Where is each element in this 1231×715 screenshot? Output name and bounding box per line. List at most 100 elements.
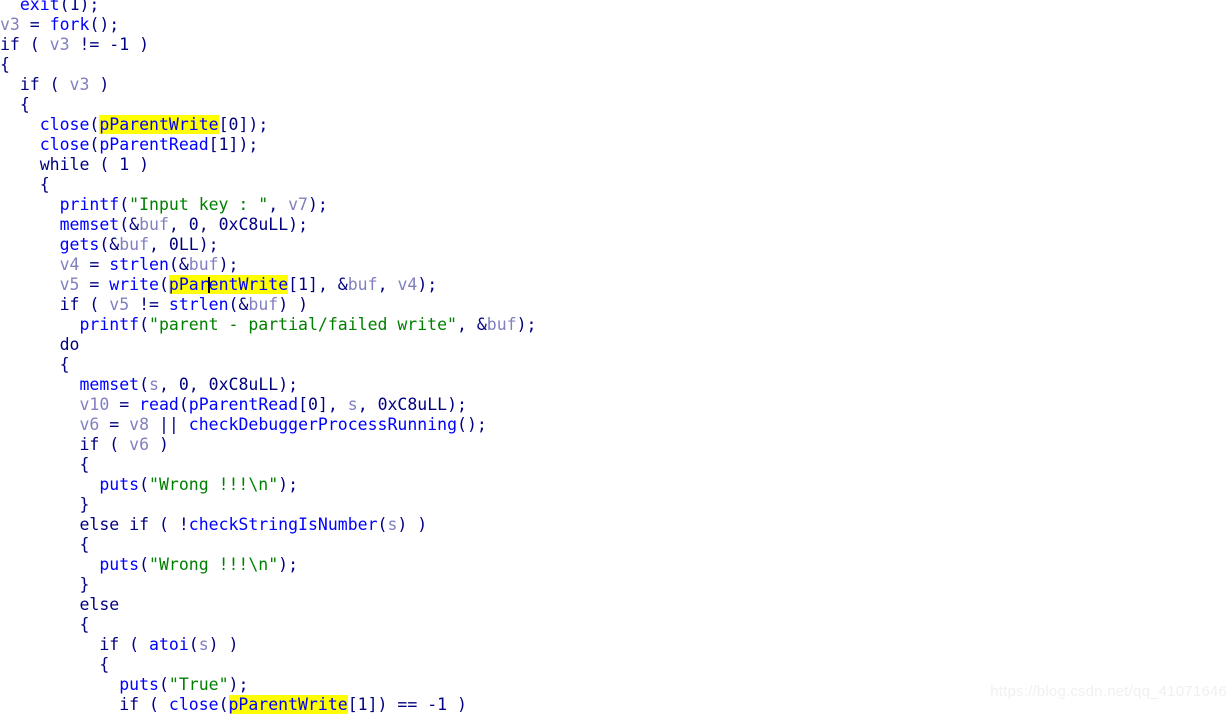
code-token-str[interactable]: "True" — [169, 675, 229, 694]
code-token-punct[interactable]: ( — [378, 515, 388, 534]
code-token-punct[interactable]: , — [358, 395, 378, 414]
code-token-var[interactable]: v3 — [50, 35, 70, 54]
code-token-punct[interactable]: } — [79, 495, 89, 514]
code-token-str[interactable]: "Input key : " — [129, 195, 268, 214]
code-line[interactable]: printf("Input key : ", v7); — [0, 195, 1231, 215]
code-token-punct[interactable]: (& — [119, 215, 139, 234]
code-line[interactable]: if ( v5 != strlen(&buf) ) — [0, 295, 1231, 315]
code-token-punct[interactable]: { — [99, 655, 109, 674]
code-line[interactable]: else if ( !checkStringIsNumber(s) ) — [0, 515, 1231, 535]
code-token-punct[interactable]: , — [378, 275, 398, 294]
code-token-punct[interactable]: ( — [139, 555, 149, 574]
code-token-kw[interactable]: if ( — [79, 435, 129, 454]
code-token-var[interactable]: v5 — [60, 275, 80, 294]
code-line[interactable]: else — [0, 595, 1231, 615]
code-token-punct[interactable]: , — [268, 195, 288, 214]
code-token-punct[interactable]: [1], & — [288, 275, 348, 294]
code-token-func[interactable]: checkDebuggerProcessRunning — [189, 415, 457, 434]
code-token-num[interactable]: 1 — [70, 0, 80, 14]
code-token-punct[interactable]: ); — [229, 675, 249, 694]
code-token-num[interactable]: 0LL — [169, 235, 199, 254]
code-token-num[interactable]: 1 — [119, 155, 129, 174]
code-line[interactable]: v6 = v8 || checkDebuggerProcessRunning()… — [0, 415, 1231, 435]
code-line[interactable]: { — [0, 615, 1231, 635]
code-token-glob[interactable]: pParentRead — [99, 135, 208, 154]
code-line[interactable]: gets(&buf, 0LL); — [0, 235, 1231, 255]
code-line[interactable]: } — [0, 575, 1231, 595]
code-token-func[interactable]: checkStringIsNumber — [189, 515, 378, 534]
code-token-punct[interactable]: , — [149, 235, 169, 254]
code-token-kw[interactable]: while ( — [40, 155, 119, 174]
code-token-punct[interactable]: = — [79, 255, 109, 274]
code-line[interactable]: if ( v6 ) — [0, 435, 1231, 455]
code-line[interactable]: exit(1); — [0, 0, 1231, 15]
code-token-var[interactable]: v5 — [109, 295, 129, 314]
code-token-punct[interactable]: ); — [308, 195, 328, 214]
code-token-punct[interactable]: = — [20, 15, 50, 34]
code-token-num[interactable]: 0xC8uLL — [378, 395, 448, 414]
code-token-var[interactable]: buf — [487, 315, 517, 334]
code-token-punct[interactable]: ( — [219, 695, 229, 714]
code-token-punct[interactable]: = — [109, 395, 139, 414]
code-token-var[interactable]: v8 — [129, 415, 149, 434]
code-token-func[interactable]: read — [139, 395, 179, 414]
code-token-punct[interactable]: [0]); — [219, 115, 269, 134]
code-token-punct[interactable]: ( — [159, 675, 169, 694]
code-token-punct[interactable]: , — [159, 375, 179, 394]
code-token-punct[interactable]: ); — [278, 475, 298, 494]
code-token-kw[interactable]: if ( — [60, 295, 110, 314]
code-token-punct[interactable]: ) ) — [397, 515, 427, 534]
code-token-punct[interactable]: ); — [417, 275, 437, 294]
code-token-func[interactable]: fork — [50, 15, 90, 34]
code-token-punct[interactable]: ); — [278, 555, 298, 574]
code-token-num[interactable]: 0 — [179, 375, 189, 394]
code-token-func[interactable]: memset — [79, 375, 139, 394]
code-token-kw[interactable]: if ( — [20, 75, 70, 94]
code-token-punct[interactable]: ) ) — [209, 635, 239, 654]
code-line[interactable]: close(pParentWrite[0]); — [0, 115, 1231, 135]
code-line[interactable]: v5 = write(pParentWrite[1], &buf, v4); — [0, 275, 1231, 295]
code-line[interactable]: if ( atoi(s) ) — [0, 635, 1231, 655]
code-token-punct[interactable]: (& — [169, 255, 189, 274]
code-token-punct[interactable]: ); — [199, 235, 219, 254]
code-token-punct[interactable]: [1]) == -1 ) — [348, 695, 467, 714]
code-token-func[interactable]: strlen — [169, 295, 229, 314]
code-token-func[interactable]: write — [109, 275, 159, 294]
code-token-punct[interactable]: ( — [119, 195, 129, 214]
code-token-func[interactable]: puts — [119, 675, 159, 694]
code-token-punct[interactable]: ) — [89, 75, 109, 94]
code-token-punct[interactable]: ( — [139, 475, 149, 494]
code-token-num[interactable]: 0 — [189, 215, 199, 234]
highlighted-identifier[interactable]: pParentWrite — [228, 695, 348, 714]
code-token-func[interactable]: gets — [60, 235, 100, 254]
code-token-var[interactable]: buf — [248, 295, 278, 314]
code-line[interactable]: { — [0, 655, 1231, 675]
code-token-var[interactable]: s — [387, 515, 397, 534]
code-line[interactable]: } — [0, 495, 1231, 515]
code-token-punct[interactable]: ( — [179, 395, 189, 414]
code-token-kw[interactable]: if ( — [0, 35, 50, 54]
code-line[interactable]: { — [0, 455, 1231, 475]
code-token-func[interactable]: close — [40, 115, 90, 134]
code-line[interactable]: v4 = strlen(&buf); — [0, 255, 1231, 275]
code-token-punct[interactable]: != — [129, 295, 169, 314]
code-token-str[interactable]: "Wrong !!!\n" — [149, 475, 278, 494]
code-line[interactable]: while ( 1 ) — [0, 155, 1231, 175]
code-token-var[interactable]: buf — [119, 235, 149, 254]
code-token-punct[interactable]: { — [20, 95, 30, 114]
code-token-func[interactable]: memset — [60, 215, 120, 234]
code-line[interactable]: { — [0, 175, 1231, 195]
code-token-punct[interactable]: ( — [60, 0, 70, 14]
code-token-punct[interactable]: (); — [89, 15, 119, 34]
code-line[interactable]: puts("Wrong !!!\n"); — [0, 555, 1231, 575]
code-token-func[interactable]: exit — [20, 0, 60, 14]
code-token-kw[interactable]: else if ( ! — [79, 515, 188, 534]
code-token-punct[interactable]: (& — [99, 235, 119, 254]
code-token-punct[interactable]: ); — [80, 0, 100, 14]
code-token-punct[interactable]: ( — [139, 375, 149, 394]
code-token-punct[interactable]: = — [99, 415, 129, 434]
code-token-punct[interactable]: { — [40, 175, 50, 194]
code-token-punct[interactable]: ) ) — [278, 295, 308, 314]
highlighted-identifier[interactable]: pParentWrite — [99, 115, 219, 134]
code-line[interactable]: memset(s, 0, 0xC8uLL); — [0, 375, 1231, 395]
